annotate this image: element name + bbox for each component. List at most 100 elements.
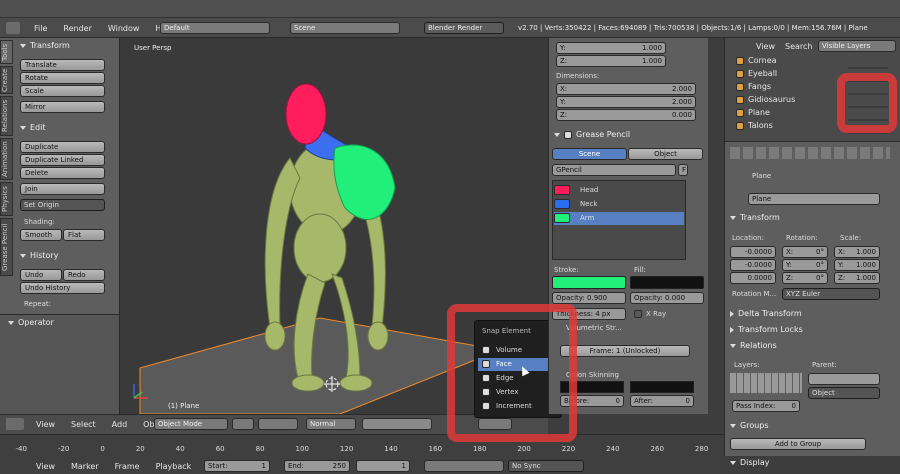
tab-relations[interactable]: Relations (0, 96, 13, 136)
layer-color-swatch[interactable] (554, 185, 570, 195)
rotation-mode-select[interactable]: XYZ Euler (782, 288, 880, 300)
undo-history-button[interactable]: Undo History (20, 282, 105, 294)
parent-type-select[interactable]: Object (808, 387, 880, 399)
scale-x-field[interactable]: X: 1.000 (834, 246, 880, 258)
duplicate-button[interactable]: Duplicate (20, 141, 105, 153)
transform-panel-header[interactable]: Transform (20, 41, 70, 50)
dimension-z-field[interactable]: Z: 0.000 (556, 109, 696, 121)
layer-color-swatch[interactable] (554, 213, 570, 223)
menu-add[interactable]: Add (112, 420, 128, 429)
transform-locks-header[interactable]: Transform Locks (730, 325, 803, 334)
undo-button[interactable]: Undo (20, 269, 62, 281)
current-frame-field[interactable]: 1 (356, 460, 410, 472)
duplicate-linked-button[interactable]: Duplicate Linked (20, 154, 105, 166)
parent-field[interactable] (808, 373, 880, 385)
mode-select[interactable]: Object Mode (154, 418, 228, 430)
rotation-y-field[interactable]: Y: 0° (782, 259, 828, 271)
dim-z-field[interactable]: Z: 1.000 (556, 55, 666, 67)
timeline-marker[interactable]: Marker (71, 462, 99, 471)
menu-select[interactable]: Select (71, 420, 96, 429)
start-frame-field[interactable]: Start: 1 (204, 460, 270, 472)
outliner-search[interactable]: Search (785, 42, 812, 51)
fill-opacity-field[interactable]: Opacity: 0.000 (630, 292, 704, 304)
fill-color-swatch[interactable] (630, 276, 704, 289)
tab-create[interactable]: Create (0, 66, 13, 94)
gpencil-fake-user-button[interactable]: F (678, 164, 688, 176)
rotation-z-field[interactable]: Z: 0° (782, 272, 828, 284)
shading-mode-icon[interactable] (232, 418, 254, 430)
object-name-field[interactable]: Plane (748, 193, 880, 205)
flat-button[interactable]: Flat (63, 229, 105, 241)
menu-file[interactable]: File (34, 24, 47, 33)
end-frame-field[interactable]: End: 250 (284, 460, 350, 472)
add-to-group-button[interactable]: Add to Group (730, 438, 866, 450)
location-x-field[interactable]: -0.0000 (730, 246, 776, 258)
translate-button[interactable]: Translate (20, 59, 105, 71)
set-origin-select[interactable]: Set Origin (20, 199, 105, 211)
timeline-frame[interactable]: Frame (115, 462, 140, 471)
relations-header[interactable]: Relations (730, 341, 777, 350)
timeline-playback[interactable]: Playback (156, 462, 192, 471)
xray-toggle[interactable]: X Ray (634, 310, 666, 318)
tab-gp-scene[interactable]: Scene (552, 148, 627, 160)
dimension-x-field[interactable]: X: 2.000 (556, 83, 696, 95)
tab-grease-pencil[interactable]: Grease Pencil (0, 218, 13, 276)
join-button[interactable]: Join (20, 183, 105, 195)
rotate-button[interactable]: Rotate (20, 72, 105, 84)
stroke-color-swatch[interactable] (552, 276, 626, 289)
layer-color-swatch[interactable] (554, 199, 570, 209)
scene-select[interactable]: Scene (290, 22, 400, 34)
tab-gp-object[interactable]: Object (628, 148, 703, 160)
tab-physics[interactable]: Physics (0, 182, 13, 216)
scale-z-field[interactable]: Z: 1.000 (834, 272, 880, 284)
layer-grid[interactable] (730, 373, 802, 393)
pivot-select[interactable] (258, 418, 298, 430)
orientation-select[interactable]: Normal (306, 418, 356, 430)
gpencil-datablock[interactable]: GPencil (552, 164, 676, 176)
gp-layer-arm[interactable]: Arm (554, 212, 684, 225)
groups-header[interactable]: Groups (730, 421, 769, 430)
mirror-button[interactable]: Mirror (20, 101, 105, 113)
rotation-x-field[interactable]: X: 0° (782, 246, 828, 258)
location-y-field[interactable]: -0.0000 (730, 259, 776, 271)
frame-lock-button[interactable]: Frame: 1 (Unlocked) (560, 345, 690, 357)
blender-menu-icon[interactable] (6, 22, 20, 34)
menu-window[interactable]: Window (108, 24, 140, 33)
pass-index-field[interactable]: Pass Index: 0 (732, 400, 800, 412)
smooth-button[interactable]: Smooth (20, 229, 62, 241)
display-header[interactable]: Display (730, 458, 770, 467)
scale-y-field[interactable]: Y: 1.000 (834, 259, 880, 271)
onion-after-field[interactable]: After: 0 (630, 395, 694, 407)
delete-button[interactable]: Delete (20, 167, 105, 179)
editor-type-icon[interactable] (6, 418, 24, 430)
layers-buttons[interactable] (362, 418, 432, 430)
grease-pencil-header[interactable]: Grease Pencil (554, 130, 630, 139)
render-engine-select[interactable]: Blender Render (424, 22, 504, 34)
operator-panel-header[interactable]: Operator (8, 318, 54, 327)
menu-render[interactable]: Render (63, 24, 91, 33)
playback-controls[interactable] (424, 460, 504, 472)
timeline-view[interactable]: View (36, 462, 55, 471)
scale-button[interactable]: Scale (20, 85, 105, 97)
gp-layer-head[interactable]: Head (554, 184, 684, 197)
menu-view[interactable]: View (36, 420, 55, 429)
location-z-field[interactable]: 0.0000 (730, 272, 776, 284)
history-panel-header[interactable]: History (20, 251, 58, 260)
dim-y-field[interactable]: Y: 1.000 (556, 42, 666, 54)
screen-layout-select[interactable]: Default (160, 22, 270, 34)
delta-transform-header[interactable]: Delta Transform (730, 309, 802, 318)
onion-after-color[interactable] (630, 381, 694, 393)
redo-button[interactable]: Redo (63, 269, 105, 281)
sync-mode-select[interactable]: No Sync (508, 460, 584, 472)
outliner-view[interactable]: View (756, 42, 775, 51)
properties-tabs[interactable] (730, 147, 890, 159)
checkbox-icon[interactable] (564, 130, 572, 139)
edit-panel-header[interactable]: Edit (20, 123, 46, 132)
outliner-display-filter[interactable]: Visible Layers (818, 40, 896, 52)
stroke-opacity-field[interactable]: Opacity: 0.900 (552, 292, 626, 304)
tab-tools[interactable]: Tools (0, 40, 13, 64)
gp-layer-neck[interactable]: Neck (554, 198, 684, 211)
tab-animation[interactable]: Animation (0, 138, 13, 180)
dimension-y-field[interactable]: Y: 2.000 (556, 96, 696, 108)
transform-header[interactable]: Transform (730, 213, 780, 222)
